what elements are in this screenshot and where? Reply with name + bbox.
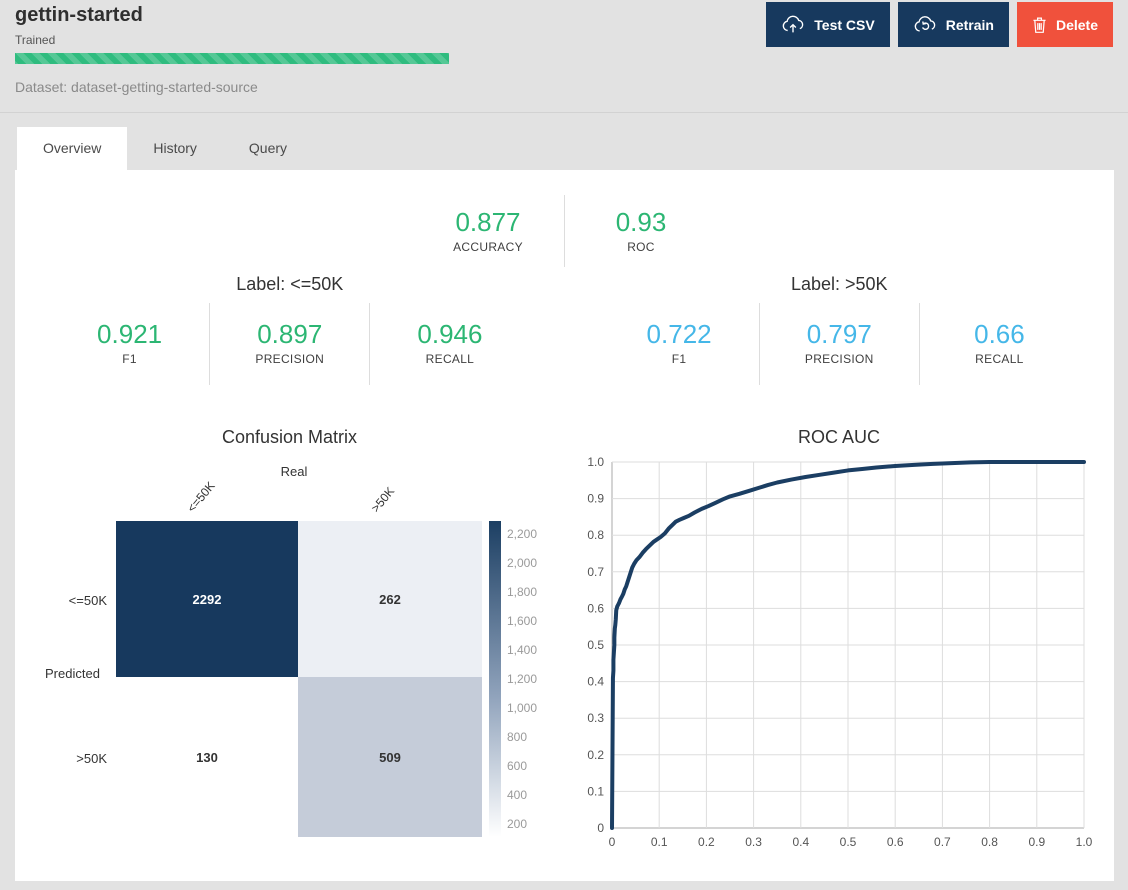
- roc-auc-title: ROC AUC: [564, 427, 1114, 448]
- matrix-cell-false-le50k: 262: [298, 521, 482, 677]
- retrain-button-label: Retrain: [946, 17, 994, 33]
- svg-text:0.8: 0.8: [981, 835, 998, 849]
- colorbar-tick-label: 2,200: [507, 527, 537, 541]
- svg-text:1.0: 1.0: [587, 455, 604, 469]
- summary-metrics-row: 0.877 ACCURACY 0.93 ROC: [15, 195, 1114, 267]
- matrix-cell-true-le50k: 2292: [116, 521, 298, 677]
- svg-text:0.5: 0.5: [840, 835, 857, 849]
- delete-button[interactable]: Delete: [1017, 2, 1113, 47]
- colorbar-tick-label: 600: [507, 759, 537, 773]
- precision-value: 0.797: [760, 319, 919, 349]
- retrain-button[interactable]: Retrain: [898, 2, 1009, 47]
- test-csv-button[interactable]: Test CSV: [766, 2, 889, 47]
- matrix-cell-false-gt50k: 130: [116, 677, 298, 837]
- overview-panel: 0.877 ACCURACY 0.93 ROC Label: <=50K Lab…: [15, 170, 1114, 881]
- precision-label: PRECISION: [210, 352, 369, 366]
- header-divider: [0, 112, 1128, 113]
- svg-text:0.1: 0.1: [587, 784, 604, 798]
- colorbar: [489, 521, 501, 837]
- tab-bar: Overview History Query: [17, 127, 313, 170]
- svg-text:0.9: 0.9: [587, 492, 604, 506]
- colorbar-tick-label: 400: [507, 788, 537, 802]
- tab-history[interactable]: History: [127, 127, 223, 170]
- precision-metric-le50k: 0.897 PRECISION: [210, 303, 369, 385]
- svg-text:0.3: 0.3: [587, 711, 604, 725]
- f1-metric-le50k: 0.921 F1: [50, 303, 209, 385]
- svg-text:0.9: 0.9: [1028, 835, 1045, 849]
- colorbar-tick-label: 200: [507, 817, 537, 831]
- svg-text:0.6: 0.6: [587, 601, 604, 615]
- confusion-matrix-title: Confusion Matrix: [15, 427, 564, 448]
- svg-text:0: 0: [597, 821, 604, 835]
- f1-metric-gt50k: 0.722 F1: [600, 303, 759, 385]
- svg-text:0.4: 0.4: [587, 675, 604, 689]
- f1-value: 0.722: [600, 319, 759, 349]
- colorbar-tick-label: 1,400: [507, 643, 537, 657]
- roc-label: ROC: [565, 240, 717, 254]
- f1-value: 0.921: [50, 319, 209, 349]
- recall-label: RECALL: [370, 352, 529, 366]
- label-heading-le50k: Label: <=50K: [15, 274, 565, 295]
- row-label-le50k: <=50K: [45, 593, 107, 608]
- matrix-cell-true-gt50k: 509: [298, 677, 482, 837]
- precision-value: 0.897: [210, 319, 369, 349]
- label-heading-gt50k: Label: >50K: [565, 274, 1115, 295]
- colorbar-tick-label: 800: [507, 730, 537, 744]
- cloud-upload-icon: [781, 15, 805, 34]
- accuracy-value: 0.877: [412, 207, 564, 237]
- cloud-refresh-icon: [913, 15, 937, 34]
- row-label-gt50k: >50K: [45, 751, 107, 766]
- svg-text:0.7: 0.7: [934, 835, 951, 849]
- roc-chart: 00 0.1 0.1 0.2 0.2 0.3 0.3 0.4 0.4 0.5 0.5 0.6 0.6 0.…: [555, 450, 1110, 858]
- delete-button-label: Delete: [1056, 17, 1098, 33]
- svg-text:0.8: 0.8: [587, 528, 604, 542]
- recall-metric-le50k: 0.946 RECALL: [370, 303, 529, 385]
- real-axis-label: Real: [15, 464, 573, 479]
- metrics-gt50k: 0.722 F1 0.797 PRECISION 0.66 RECALL: [565, 303, 1115, 385]
- label-headings-row: Label: <=50K Label: >50K: [15, 274, 1114, 295]
- colorbar-tick-label: 1,000: [507, 701, 537, 715]
- accuracy-metric: 0.877 ACCURACY: [412, 195, 564, 267]
- recall-metric-gt50k: 0.66 RECALL: [920, 303, 1079, 385]
- tab-overview[interactable]: Overview: [17, 127, 127, 170]
- precision-metric-gt50k: 0.797 PRECISION: [760, 303, 919, 385]
- svg-text:0.7: 0.7: [587, 565, 604, 579]
- f1-label: F1: [600, 352, 759, 366]
- precision-label: PRECISION: [760, 352, 919, 366]
- svg-text:0.6: 0.6: [887, 835, 904, 849]
- metrics-le50k: 0.921 F1 0.897 PRECISION 0.946 RECALL: [15, 303, 565, 385]
- colorbar-ticks: 2,200 2,000 1,800 1,600 1,400 1,200 1,000 800 60…: [507, 527, 537, 831]
- svg-text:0.1: 0.1: [651, 835, 668, 849]
- label-metrics-row: 0.921 F1 0.897 PRECISION 0.946 RECALL 0.…: [15, 303, 1114, 385]
- training-progress-bar: [15, 53, 449, 64]
- dataset-line: Dataset: dataset-getting-started-source: [15, 79, 258, 95]
- recall-value: 0.66: [920, 319, 1079, 349]
- trash-icon: [1032, 16, 1047, 34]
- svg-text:0.4: 0.4: [792, 835, 809, 849]
- action-buttons: Test CSV Retrain Delete: [766, 2, 1113, 47]
- svg-text:0.3: 0.3: [745, 835, 762, 849]
- f1-label: F1: [50, 352, 209, 366]
- colorbar-tick-label: 1,200: [507, 672, 537, 686]
- svg-text:1.0: 1.0: [1076, 835, 1093, 849]
- col-label-le50k: <=50K: [184, 479, 217, 515]
- colorbar-tick-label: 1,600: [507, 614, 537, 628]
- status-badge: Trained: [15, 33, 55, 47]
- recall-value: 0.946: [370, 319, 529, 349]
- predicted-axis-label: Predicted: [45, 666, 100, 681]
- col-label-gt50k: >50K: [368, 484, 397, 515]
- svg-text:0: 0: [609, 835, 616, 849]
- test-csv-button-label: Test CSV: [814, 17, 874, 33]
- roc-value: 0.93: [565, 207, 717, 237]
- accuracy-label: ACCURACY: [412, 240, 564, 254]
- svg-text:0.2: 0.2: [698, 835, 715, 849]
- page-title: gettin-started: [15, 4, 143, 27]
- colorbar-tick-label: 1,800: [507, 585, 537, 599]
- roc-metric: 0.93 ROC: [565, 195, 717, 267]
- svg-text:0.2: 0.2: [587, 748, 604, 762]
- recall-label: RECALL: [920, 352, 1079, 366]
- tab-query[interactable]: Query: [223, 127, 313, 170]
- colorbar-tick-label: 2,000: [507, 556, 537, 570]
- svg-text:0.5: 0.5: [587, 638, 604, 652]
